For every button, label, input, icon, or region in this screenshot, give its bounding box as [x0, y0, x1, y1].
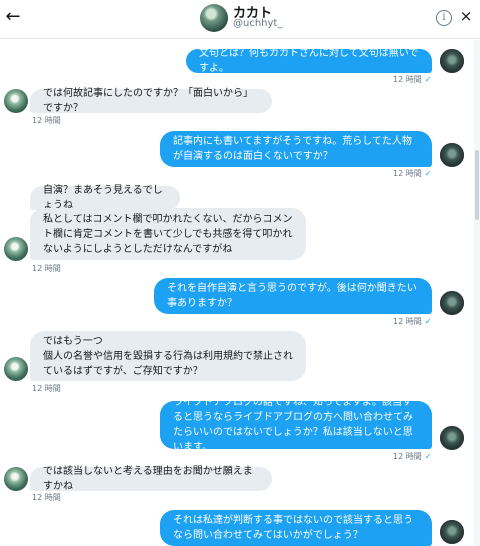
conversation-header: ← カカト @uchhyt_ i × — [0, 0, 480, 39]
scrollbar-thumb[interactable] — [475, 150, 479, 220]
my-avatar — [440, 520, 464, 544]
contact-message-avatar — [4, 89, 28, 113]
read-check-icon: ✓ — [424, 75, 432, 84]
message-bubble[interactable]: では何故記事にしたのですか？「面白いから」ですか？ — [30, 88, 272, 114]
message-bubble[interactable]: では該当しないと考える理由をお聞かせ願えますかね — [30, 466, 272, 492]
message-bubble[interactable]: 自演？まあそう見えるでしょうね — [30, 185, 180, 211]
close-icon[interactable]: × — [458, 7, 474, 25]
my-avatar — [440, 49, 464, 73]
message-bubble[interactable]: 文句とは？何もカカトさんに対して文句は無いですよ。 — [186, 48, 432, 74]
message-timestamp: 12 時間 ✓ — [393, 316, 431, 327]
message-bubble[interactable]: 私としてはコメント欄で叩かれたくない、だからコメント欄に肯定コメントを書いて少し… — [30, 208, 306, 260]
contact-handle: @uchhyt_ — [233, 18, 283, 29]
message-bubble[interactable]: それは私達が判断する事ではないので該当すると思うなら問い合わせてみてはいかがでし… — [160, 510, 432, 546]
contact-avatar[interactable] — [200, 4, 228, 32]
message-bubble[interactable]: ではもう一つ 個人の名誉や信用を毀損する行為は利用規約で禁止されているはずですが… — [30, 331, 306, 381]
message-timestamp: 12 時間 — [32, 264, 61, 273]
my-avatar — [440, 143, 464, 167]
message-bubble[interactable]: それを自作自演と言う思うのですが。後は何か聞きたい事ありますか？ — [154, 278, 432, 314]
message-timestamp: 12 時間 — [32, 493, 61, 502]
message-timestamp: 12 時間 ✓ — [393, 168, 431, 179]
timestamp-text: 12 時間 — [393, 317, 422, 326]
message-bubble[interactable]: ライブドアブログの話ですね、知ってますよ。該当すると思うならライブドアブログの方… — [160, 397, 432, 453]
back-arrow-icon[interactable]: ← — [2, 6, 24, 28]
timestamp-text: 12 時間 — [393, 169, 422, 178]
message-timestamp: 12 時間 — [32, 116, 61, 125]
read-check-icon: ✓ — [424, 169, 432, 178]
my-avatar — [440, 426, 464, 450]
message-timestamp: 12 時間 — [32, 384, 61, 393]
read-check-icon: ✓ — [424, 317, 432, 326]
message-timestamp: 12 時間 ✓ — [393, 74, 431, 85]
timestamp-text: 12 時間 — [393, 452, 422, 461]
message-timestamp: 12 時間 ✓ — [393, 451, 431, 462]
message-bubble[interactable]: 記事内にも書いてますがそうですね。荒らしてた人物が自演するのは面白くないですか？ — [160, 131, 432, 167]
info-icon[interactable]: i — [436, 10, 452, 26]
contact-message-avatar — [4, 237, 28, 261]
contact-message-avatar — [4, 357, 28, 381]
read-check-icon: ✓ — [424, 452, 432, 461]
scrollbar[interactable] — [474, 40, 480, 546]
my-avatar — [440, 291, 464, 315]
timestamp-text: 12 時間 — [393, 75, 422, 84]
contact-message-avatar — [4, 467, 28, 491]
